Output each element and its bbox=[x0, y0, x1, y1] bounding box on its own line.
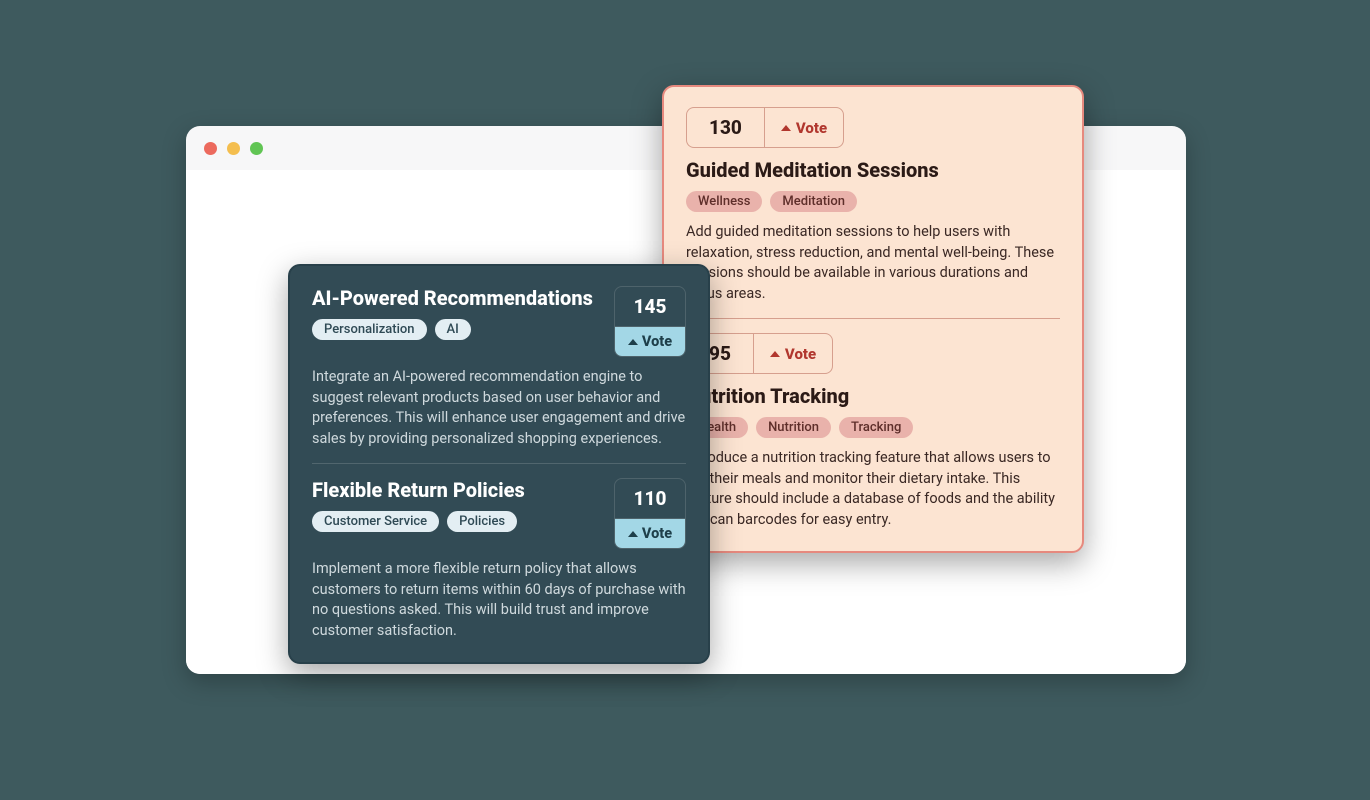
tag[interactable]: AI bbox=[435, 319, 471, 340]
tag[interactable]: Customer Service bbox=[312, 511, 439, 532]
tag[interactable]: Nutrition bbox=[756, 417, 831, 438]
vote-control: 145 Vote bbox=[614, 286, 686, 357]
vote-count: 130 bbox=[686, 107, 764, 148]
tag[interactable]: Meditation bbox=[770, 191, 857, 212]
vote-label: Vote bbox=[642, 333, 672, 350]
vote-label: Vote bbox=[785, 345, 816, 363]
feature-description: Introduce a nutrition tracking feature t… bbox=[686, 448, 1060, 530]
vote-control: 110 Vote bbox=[614, 478, 686, 549]
feature-item: 95 Vote Nutrition Tracking Health Nutrit… bbox=[686, 333, 1060, 530]
feature-description: Implement a more flexible return policy … bbox=[312, 559, 686, 641]
feature-item: Flexible Return Policies Customer Servic… bbox=[312, 478, 686, 641]
feature-title: AI-Powered Recommendations bbox=[312, 286, 600, 310]
tag[interactable]: Policies bbox=[447, 511, 517, 532]
upvote-icon bbox=[628, 339, 638, 345]
tag-row: Personalization AI bbox=[312, 319, 600, 340]
tag[interactable]: Tracking bbox=[839, 417, 913, 438]
upvote-icon bbox=[628, 531, 638, 537]
divider bbox=[312, 463, 686, 464]
vote-count: 110 bbox=[615, 479, 685, 518]
tag-row: Health Nutrition Tracking bbox=[686, 417, 1060, 438]
tag-row: Customer Service Policies bbox=[312, 511, 600, 532]
feature-title: Guided Meditation Sessions bbox=[686, 158, 1060, 182]
feature-item: AI-Powered Recommendations Personalizati… bbox=[312, 286, 686, 449]
feature-description: Add guided meditation sessions to help u… bbox=[686, 222, 1060, 304]
feature-description: Integrate an AI-powered recommendation e… bbox=[312, 367, 686, 449]
divider bbox=[686, 318, 1060, 319]
window-minimize-icon[interactable] bbox=[227, 142, 240, 155]
upvote-icon bbox=[770, 351, 780, 357]
upvote-icon bbox=[781, 125, 791, 131]
feature-title: Flexible Return Policies bbox=[312, 478, 600, 502]
vote-button[interactable]: Vote bbox=[615, 326, 685, 356]
voting-card-dark: AI-Powered Recommendations Personalizati… bbox=[288, 264, 710, 664]
vote-control: 95 Vote bbox=[686, 333, 1060, 374]
window-close-icon[interactable] bbox=[204, 142, 217, 155]
vote-label: Vote bbox=[796, 119, 827, 137]
tag-row: Wellness Meditation bbox=[686, 191, 1060, 212]
feature-item: 130 Vote Guided Meditation Sessions Well… bbox=[686, 107, 1060, 304]
feature-title: Nutrition Tracking bbox=[686, 384, 1060, 408]
tag[interactable]: Wellness bbox=[686, 191, 762, 212]
vote-count: 145 bbox=[615, 287, 685, 326]
window-maximize-icon[interactable] bbox=[250, 142, 263, 155]
vote-button[interactable]: Vote bbox=[764, 107, 844, 148]
tag[interactable]: Personalization bbox=[312, 319, 427, 340]
vote-label: Vote bbox=[642, 525, 672, 542]
vote-button[interactable]: Vote bbox=[753, 333, 833, 374]
vote-control: 130 Vote bbox=[686, 107, 1060, 148]
vote-button[interactable]: Vote bbox=[615, 518, 685, 548]
voting-card-light: 130 Vote Guided Meditation Sessions Well… bbox=[662, 85, 1084, 553]
